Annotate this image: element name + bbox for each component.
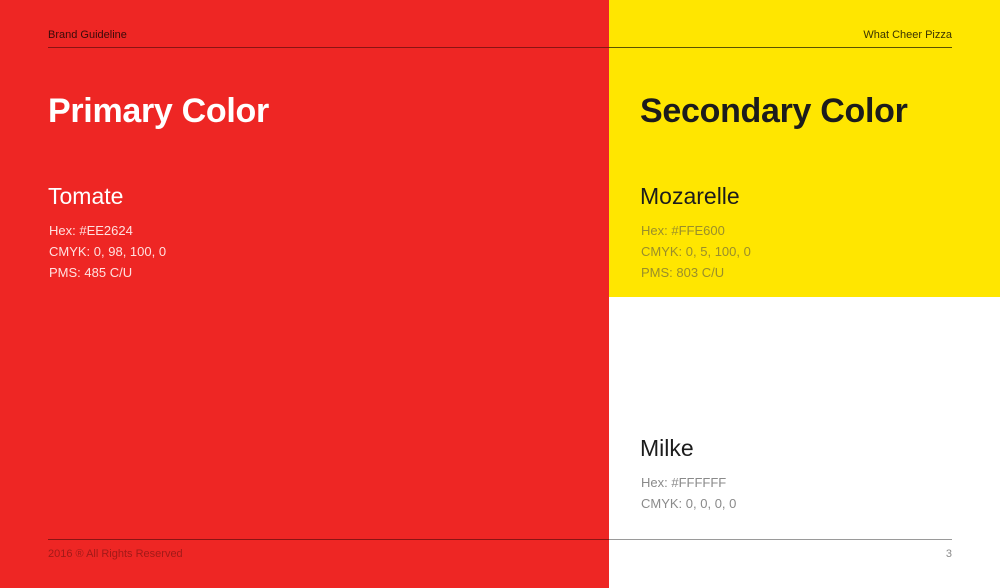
footer-divider-left [48,539,609,540]
primary-color-panel [0,0,609,588]
tomate-pms: PMS: 485 C/U [49,265,133,280]
company-name: What Cheer Pizza [863,29,952,41]
mozarelle-pms: PMS: 803 C/U [641,265,725,280]
header-divider-right [609,47,952,48]
secondary-color-heading: Secondary Color [640,92,908,130]
milke-swatch-name: Milke [640,435,694,461]
primary-color-heading: Primary Color [48,92,269,130]
milke-cmyk: CMYK: 0, 0, 0, 0 [641,496,737,511]
milke-hex: Hex: #FFFFFF [641,475,727,490]
mozarelle-cmyk: CMYK: 0, 5, 100, 0 [641,244,751,259]
tomate-cmyk: CMYK: 0, 98, 100, 0 [49,244,167,259]
footer-copyright: 2016 ® All Rights Reserved [48,548,183,560]
header-divider-left [48,47,609,48]
mozarelle-specs: Hex: #FFE600 CMYK: 0, 5, 100, 0 PMS: 803… [641,220,751,283]
mozarelle-swatch-name: Mozarelle [640,183,740,209]
page-number: 3 [945,548,952,560]
tomate-swatch-name: Tomate [48,183,124,209]
milke-specs: Hex: #FFFFFF CMYK: 0, 0, 0, 0 [641,472,736,514]
document-title: Brand Guideline [48,29,127,41]
tomate-hex: Hex: #EE2624 [49,223,133,238]
tomate-specs: Hex: #EE2624 CMYK: 0, 98, 100, 0 PMS: 48… [49,220,166,283]
footer-divider-right [609,539,952,540]
mozarelle-hex: Hex: #FFE600 [641,223,725,238]
